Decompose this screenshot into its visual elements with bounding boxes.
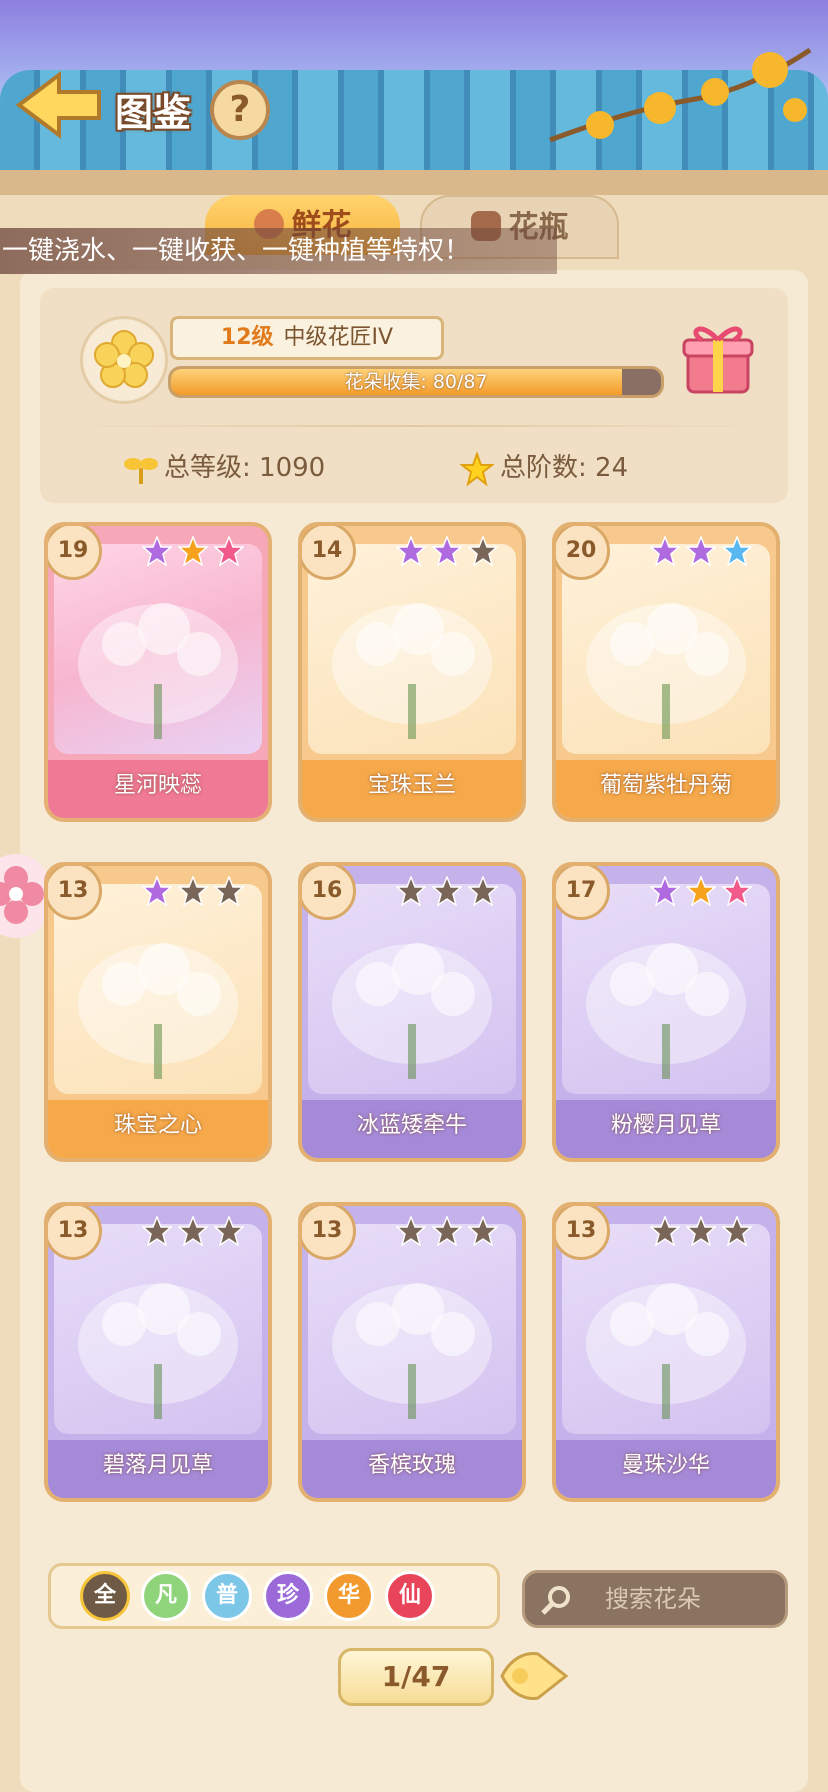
star-icon — [396, 1216, 426, 1246]
side-flower-icon[interactable] — [0, 854, 50, 938]
star-icon — [722, 1216, 752, 1246]
rarity-filter-chip[interactable]: 全 — [80, 1571, 130, 1621]
page-title: 图鉴 — [115, 91, 192, 135]
flower-card[interactable]: 碧落月见草 13 — [44, 1202, 272, 1502]
flower-level-badge: 20 — [556, 526, 610, 580]
star-rating — [142, 1216, 262, 1250]
flower-level-badge: 13 — [48, 866, 102, 920]
star-icon — [432, 1216, 462, 1246]
back-arrow-icon[interactable] — [14, 70, 104, 140]
blossom-branch-decoration — [549, 47, 812, 143]
flower-name: 宝珠玉兰 — [302, 760, 522, 818]
flower-name: 香槟玫瑰 — [302, 1440, 522, 1498]
level-title: 中级花匠IV — [283, 325, 394, 350]
flower-name: 碧落月见草 — [48, 1440, 268, 1498]
star-icon — [432, 876, 462, 906]
star-rating — [396, 876, 516, 910]
flower-name: 珠宝之心 — [48, 1100, 268, 1158]
next-page-icon[interactable] — [498, 1648, 570, 1704]
star-icon — [460, 451, 494, 486]
star-rating — [650, 876, 770, 910]
flower-name: 粉樱月见草 — [556, 1100, 776, 1158]
star-icon — [142, 876, 172, 906]
rarity-filter-chip[interactable]: 华 — [324, 1571, 374, 1621]
page-indicator: 1/47 — [338, 1648, 494, 1706]
star-icon — [214, 536, 244, 566]
total-level-stat: 总等级: 1090 — [124, 448, 325, 488]
star-icon — [396, 876, 426, 906]
star-icon — [214, 876, 244, 906]
flower-level-badge: 19 — [48, 526, 102, 580]
collection-progress-bar: 花朵收集: 80/87 — [168, 366, 664, 398]
star-icon — [214, 1216, 244, 1246]
flower-level-badge: 13 — [48, 1206, 102, 1260]
star-rating — [650, 1216, 770, 1250]
star-rating — [142, 876, 262, 910]
help-button[interactable]: ? — [210, 80, 270, 140]
rarity-filter-chip[interactable]: 仙 — [385, 1571, 435, 1621]
star-icon — [650, 1216, 680, 1246]
promo-marquee: 一键浇水、一键收获、一键种植等特权！ — [0, 228, 557, 274]
player-level-badge: 12级 中级花匠IV — [170, 316, 444, 360]
flower-level-badge: 13 — [302, 1206, 356, 1260]
flower-name: 冰蓝矮牵牛 — [302, 1100, 522, 1158]
search-icon — [541, 1586, 570, 1615]
star-icon — [178, 876, 208, 906]
flower-card[interactable]: 宝珠玉兰 14 — [298, 522, 526, 822]
level-number: 12级 — [220, 325, 274, 350]
flower-card[interactable]: 粉樱月见草 17 — [552, 862, 780, 1162]
star-icon — [396, 536, 426, 566]
search-input[interactable]: 搜索花朵 — [522, 1570, 788, 1628]
star-icon — [142, 536, 172, 566]
flower-card[interactable]: 星河映蕊 19 — [44, 522, 272, 822]
flower-name: 星河映蕊 — [48, 760, 268, 818]
star-icon — [468, 1216, 498, 1246]
rarity-filter-chip[interactable]: 普 — [202, 1571, 252, 1621]
star-icon — [142, 1216, 172, 1246]
star-icon — [722, 536, 752, 566]
flower-card[interactable]: 葡萄紫牡丹菊 20 — [552, 522, 780, 822]
star-icon — [650, 536, 680, 566]
search-placeholder: 搜索花朵 — [605, 1585, 701, 1613]
star-rating — [650, 536, 770, 570]
flower-level-badge: 14 — [302, 526, 356, 580]
flower-level-badge: 16 — [302, 866, 356, 920]
flower-card[interactable]: 香槟玫瑰 13 — [298, 1202, 526, 1502]
progress-label: 花朵收集: 80/87 — [344, 371, 488, 393]
star-icon — [468, 536, 498, 566]
rarity-filter-chip[interactable]: 凡 — [141, 1571, 191, 1621]
star-icon — [686, 1216, 716, 1246]
total-stage-stat: 总阶数: 24 — [460, 448, 628, 488]
flower-card[interactable]: 珠宝之心 13 — [44, 862, 272, 1162]
star-icon — [432, 536, 462, 566]
star-icon — [178, 1216, 208, 1246]
star-icon — [686, 876, 716, 906]
flower-name: 葡萄紫牡丹菊 — [556, 760, 776, 818]
sprout-icon — [124, 457, 158, 484]
flower-name: 曼珠沙华 — [556, 1440, 776, 1498]
flower-card[interactable]: 冰蓝矮牵牛 16 — [298, 862, 526, 1162]
star-icon — [686, 536, 716, 566]
flower-level-badge: 13 — [556, 1206, 610, 1260]
star-rating — [396, 1216, 516, 1250]
flower-card[interactable]: 曼珠沙华 13 — [552, 1202, 780, 1502]
star-icon — [722, 876, 752, 906]
summary-divider — [60, 425, 768, 427]
star-icon — [178, 536, 208, 566]
flower-level-badge: 17 — [556, 866, 610, 920]
rarity-filter-chip[interactable]: 珍 — [263, 1571, 313, 1621]
star-rating — [396, 536, 516, 570]
star-rating — [142, 536, 262, 570]
flower-emblem-icon — [80, 316, 168, 404]
star-icon — [468, 876, 498, 906]
star-icon — [650, 876, 680, 906]
gift-box-icon[interactable] — [680, 316, 756, 396]
